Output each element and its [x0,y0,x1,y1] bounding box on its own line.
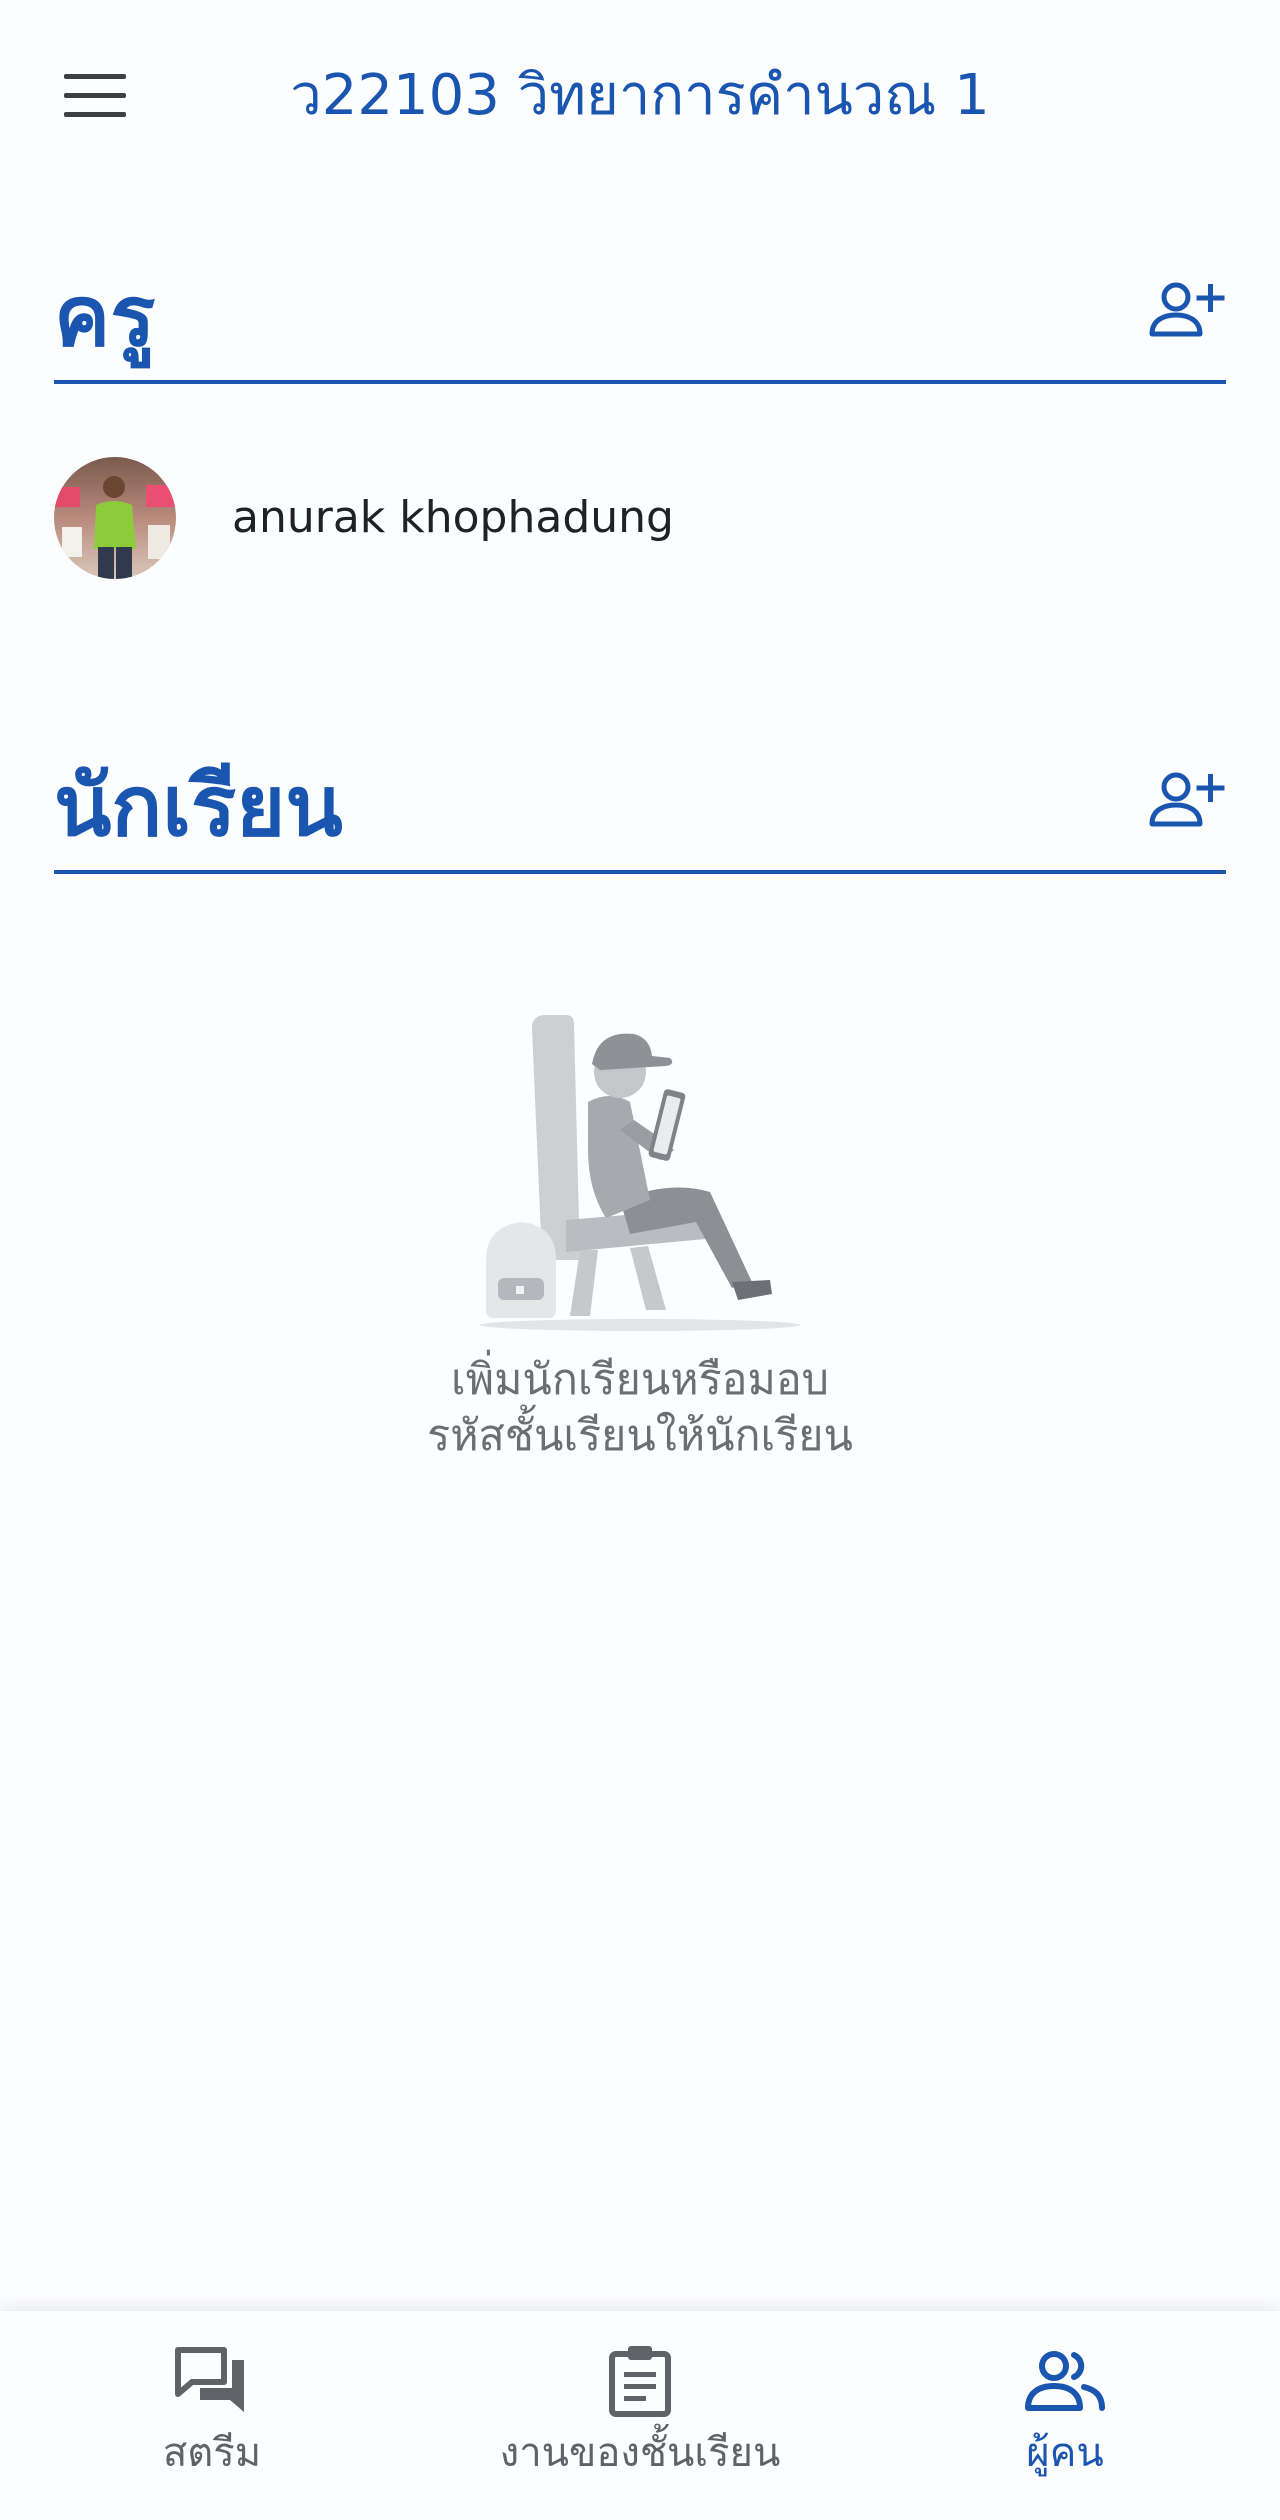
students-empty-message: เพิ่มนักเรียนหรือมอบ รหัสชั้นเรียนให้นัก… [340,1352,940,1464]
top-app-bar: ว22103 วิทยาการคำนวณ 1 [0,0,1280,190]
nav-item-classwork[interactable]: งานของชั้นเรียน [470,2311,810,2520]
course-title: ว22103 วิทยาการคำนวณ 1 [290,63,990,128]
nav-label-people: ผู้คน [1026,2430,1104,2476]
add-person-icon [1149,772,1225,827]
people-icon [1022,2341,1108,2421]
add-student-button[interactable] [1138,764,1234,836]
app-root: ว22103 วิทยาการคำนวณ 1 ครู anurak khopha… [0,0,1280,2520]
teachers-section-header: ครู [54,260,1226,384]
teacher-list-item[interactable]: anurak khophadung [54,455,1226,581]
nav-label-classwork: งานของชั้นเรียน [499,2430,781,2476]
students-section-title: นักเรียน [54,757,343,855]
students-section-header: นักเรียน [54,750,1226,874]
clipboard-icon [597,2341,683,2421]
bottom-navigation: สตรีม งานของชั้นเรียน ผู้คน [0,2310,1280,2520]
chat-bubbles-icon [169,2341,255,2421]
nav-label-stream: สตรีม [162,2430,262,2476]
teachers-section-title: ครู [54,267,156,365]
empty-message-line-1: เพิ่มนักเรียนหรือมอบ [451,1355,829,1405]
add-teacher-button[interactable] [1138,274,1234,346]
avatar [54,457,176,579]
empty-message-line-2: รหัสชั้นเรียนให้นักเรียน [427,1411,853,1461]
hamburger-menu-icon[interactable] [50,56,140,136]
nav-item-people[interactable]: ผู้คน [960,2311,1170,2520]
student-reading-tablet-illustration [470,1010,810,1340]
add-person-icon [1149,282,1225,337]
teacher-name: anurak khophadung [232,492,674,543]
nav-item-stream[interactable]: สตรีม [100,2311,324,2520]
